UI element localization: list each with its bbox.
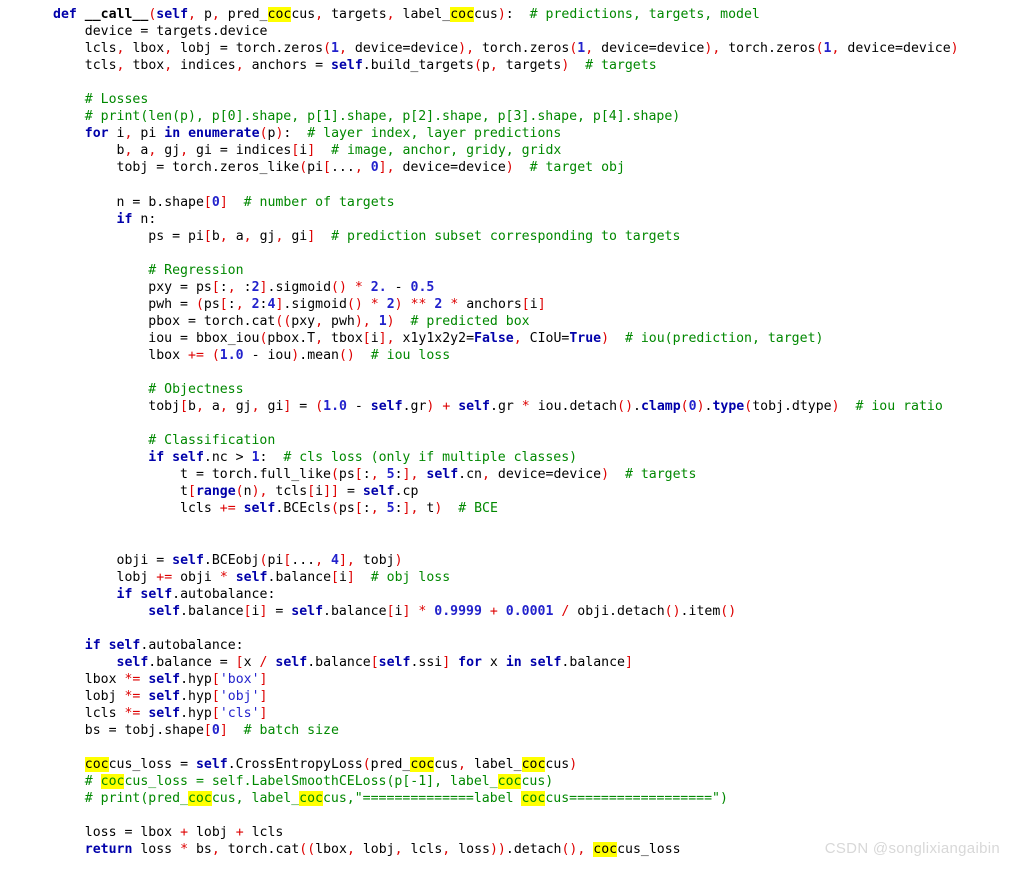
- code-viewer: def __call__(self, p, pred_coccus, targe…: [0, 0, 1016, 869]
- code-line: lobj += obji * self.balance[i] # obj los…: [116, 569, 451, 585]
- code-line: lbox *= self.hyp['box']: [84, 671, 268, 687]
- code-line: # Classification: [148, 433, 276, 449]
- code-line: ps = pi[b, a, gj, gi] # prediction subse…: [148, 228, 681, 244]
- code-line: def __call__(self, p, pred_coccus, targe…: [53, 7, 760, 22]
- code-line: pxy = ps[:, :2].sigmoid() * 2. - 0.5: [148, 279, 435, 295]
- code-line: n = b.shape[0] # number of targets: [116, 194, 395, 210]
- code-line: lcls *= self.hyp['cls']: [84, 705, 268, 721]
- code-line: device = targets.device: [84, 24, 268, 40]
- code-line: pwh = (ps[:, 2:4].sigmoid() * 2) ** 2 * …: [148, 296, 546, 312]
- code-line: loss = lbox + lobj + lcls: [84, 825, 284, 841]
- code-line: if self.nc > 1: # cls loss (only if mult…: [148, 450, 578, 466]
- code-line: if self.autobalance:: [84, 637, 244, 653]
- code-line: tobj = torch.zeros_like(pi[..., 0], devi…: [116, 160, 625, 176]
- code-line: # Regression: [148, 262, 244, 278]
- code-line: lbox += (1.0 - iou).mean() # iou loss: [148, 347, 451, 363]
- code-line: if self.autobalance:: [116, 586, 276, 602]
- code-line: bs = tobj.shape[0] # batch size: [84, 722, 339, 738]
- code-line: b, a, gj, gi = indices[i] # image, ancho…: [116, 143, 562, 159]
- code-line: if n:: [116, 211, 157, 227]
- source-code[interactable]: def __call__(self, p, pred_coccus, targe…: [0, 0, 1016, 858]
- code-line: t = torch.full_like(ps[:, 5:], self.cn, …: [180, 467, 697, 483]
- code-line: # print(len(p), p[0].shape, p[1].shape, …: [84, 109, 681, 125]
- code-line: coccus_loss = self.CrossEntropyLoss(pred…: [84, 757, 578, 773]
- code-line: lobj *= self.hyp['obj']: [84, 688, 268, 704]
- code-line: for i, pi in enumerate(p): # layer index…: [84, 126, 562, 142]
- code-line: # coccus_loss = self.LabelSmoothCELoss(p…: [84, 774, 554, 790]
- code-line: tobj[b, a, gj, gi] = (1.0 - self.gr) + s…: [148, 399, 943, 415]
- code-line: self.balance[i] = self.balance[i] * 0.99…: [148, 603, 737, 619]
- code-line: # Objectness: [148, 382, 244, 398]
- code-line: # Losses: [84, 92, 149, 108]
- code-line: obji = self.BCEobj(pi[..., 4], tobj): [116, 552, 403, 568]
- code-line: lcls += self.BCEcls(ps[:, 5:], t) # BCE: [180, 501, 498, 517]
- code-line: self.balance = [x / self.balance[self.ss…: [116, 654, 633, 670]
- code-line: iou = bbox_iou(pbox.T, tbox[i], x1y1x2y2…: [148, 330, 824, 346]
- watermark: CSDN @songlixiangaibin: [824, 840, 1000, 857]
- code-line: lcls, lbox, lobj = torch.zeros(1, device…: [84, 41, 959, 57]
- code-line: tcls, tbox, indices, anchors = self.buil…: [84, 58, 657, 74]
- code-line: t[range(n), tcls[i]] = self.cp: [180, 484, 419, 500]
- code-line: pbox = torch.cat((pxy, pwh), 1) # predic…: [148, 313, 530, 329]
- code-line: # print(pred_coccus, label_coccus,"=====…: [84, 791, 728, 807]
